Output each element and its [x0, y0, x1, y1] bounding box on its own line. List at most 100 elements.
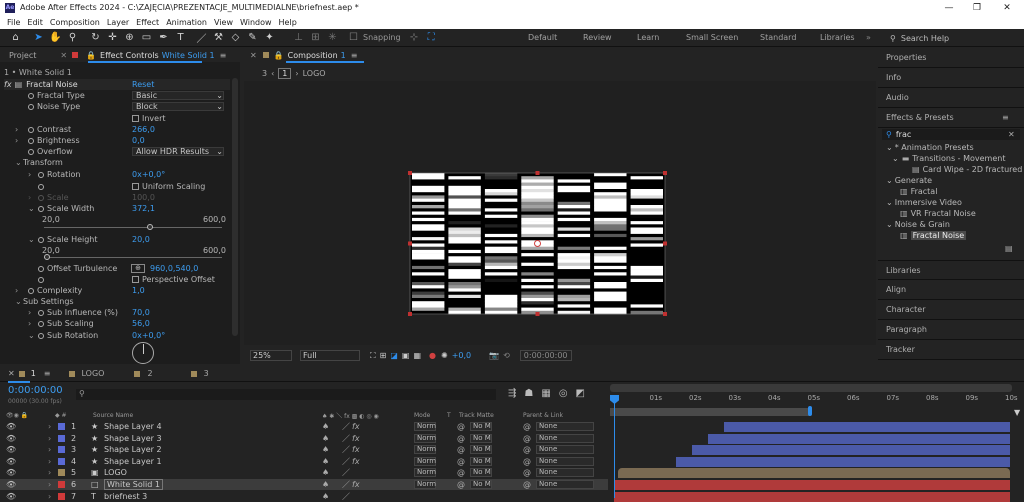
- quality-switch-icon[interactable]: ／: [342, 421, 350, 432]
- zoom-tool-icon[interactable]: ⚲: [65, 31, 80, 45]
- label-color-swatch[interactable]: [58, 423, 65, 430]
- track-matte-select[interactable]: No M: [470, 445, 492, 455]
- rotation-value[interactable]: 0x+0,0°: [132, 170, 165, 179]
- brush-tool-icon[interactable]: ／: [194, 31, 209, 45]
- work-area-range[interactable]: [610, 408, 810, 416]
- zoom-select[interactable]: 25%: [250, 350, 292, 361]
- chevron-right-icon[interactable]: ›: [15, 136, 23, 145]
- pickwhip-icon[interactable]: @: [457, 422, 465, 431]
- panel-menu-icon[interactable]: ≡: [44, 369, 51, 378]
- snapping-checkbox-icon[interactable]: ☐: [346, 31, 361, 45]
- comp-flowchart-icon[interactable]: ⇶: [508, 388, 516, 399]
- uniform-scaling-checkbox[interactable]: [132, 183, 139, 190]
- tree-card-wipe[interactable]: ▤ Card Wipe - 2D fractured: [912, 164, 1022, 175]
- scale-width-slider-track[interactable]: [44, 227, 222, 228]
- time-navigator-end-icon[interactable]: ▼: [1014, 408, 1022, 417]
- stopwatch-icon[interactable]: [38, 276, 44, 283]
- layer-row[interactable]: 👁 › 1 ★ Shape Layer 4 ♠ ／ fx Norm @ No M @ None: [0, 421, 608, 432]
- panel-tracker[interactable]: Tracker: [878, 340, 1024, 360]
- layer-duration-bar[interactable]: [724, 422, 1010, 432]
- workspace-default[interactable]: Default: [528, 33, 557, 42]
- menu-composition[interactable]: Composition: [50, 18, 100, 27]
- shy-switch-icon[interactable]: ♠: [322, 445, 329, 454]
- stopwatch-icon[interactable]: [38, 332, 44, 339]
- track-matte-select[interactable]: No M: [470, 456, 492, 466]
- eye-icon[interactable]: 👁: [6, 457, 16, 466]
- chevron-down-icon[interactable]: ⌄: [15, 158, 23, 167]
- frame-blending-icon[interactable]: ▦: [541, 388, 550, 399]
- orbit-camera-icon[interactable]: ✛: [105, 31, 120, 45]
- eye-icon[interactable]: 👁: [6, 445, 16, 454]
- tab-project[interactable]: Project: [9, 51, 36, 60]
- workspace-review[interactable]: Review: [583, 33, 612, 42]
- fx-icon[interactable]: fx: [352, 480, 360, 489]
- pickwhip-icon[interactable]: @: [457, 457, 465, 466]
- chevron-down-icon[interactable]: ⌄: [28, 235, 36, 244]
- parent-select[interactable]: None: [536, 468, 594, 478]
- menu-file[interactable]: File: [7, 18, 20, 27]
- layer-name[interactable]: Shape Layer 2: [104, 445, 162, 454]
- panel-paragraph[interactable]: Paragraph: [878, 320, 1024, 340]
- layer-row[interactable]: 👁 › 5 ▣ LOGO ♠ ／ Norm @ No M @ None: [0, 467, 608, 478]
- layer-duration-bar[interactable]: [618, 468, 1010, 479]
- close-tab-icon[interactable]: ✕: [250, 51, 257, 60]
- label-color-swatch[interactable]: [58, 457, 65, 465]
- parent-pickwhip-icon[interactable]: @: [523, 480, 531, 489]
- quality-switch-icon[interactable]: ／: [342, 491, 350, 502]
- layer-name[interactable]: LOGO: [104, 468, 127, 477]
- chevron-right-icon[interactable]: ›: [48, 422, 51, 431]
- pan-behind-icon[interactable]: ⊕: [122, 31, 137, 45]
- roto-brush-icon[interactable]: ✎: [245, 31, 260, 45]
- scale-height-slider-track[interactable]: [44, 257, 222, 258]
- fx-icon[interactable]: fx: [4, 80, 12, 89]
- quality-switch-icon[interactable]: ／: [342, 444, 350, 455]
- parent-select[interactable]: None: [536, 422, 594, 431]
- layer-row[interactable]: 👁 › 4 ★ Shape Layer 1 ♠ ／ fx Norm @ No M @ None: [0, 456, 608, 467]
- transform-handle[interactable]: [663, 241, 667, 246]
- transform-handle[interactable]: [663, 312, 667, 316]
- transform-handle[interactable]: [663, 171, 667, 175]
- sub-rotation-value[interactable]: 0x+0,0°: [132, 331, 165, 340]
- color-channels-icon[interactable]: ●: [429, 351, 436, 360]
- transform-handle[interactable]: [408, 312, 412, 316]
- parent-pickwhip-icon[interactable]: @: [523, 434, 531, 443]
- crosshair-icon[interactable]: ⊕: [131, 264, 145, 273]
- shy-switch-icon[interactable]: ♠: [322, 480, 329, 489]
- stopwatch-icon[interactable]: [28, 148, 34, 155]
- menu-effect[interactable]: Effect: [136, 18, 159, 27]
- stopwatch-icon[interactable]: [38, 309, 44, 316]
- chevron-right-icon[interactable]: ›: [28, 319, 36, 328]
- resolution-select[interactable]: Full: [300, 350, 360, 361]
- perspective-offset-checkbox[interactable]: [132, 276, 139, 283]
- blend-mode-select[interactable]: Norm: [414, 433, 436, 443]
- grid-icon[interactable]: ⊞: [380, 351, 387, 360]
- home-icon[interactable]: ⌂: [8, 31, 23, 45]
- work-area-bar[interactable]: [610, 384, 1012, 392]
- clone-stamp-icon[interactable]: ⚒: [211, 31, 226, 45]
- puppet-tool-icon[interactable]: ✦: [262, 31, 277, 45]
- parent-pickwhip-icon[interactable]: @: [523, 422, 531, 431]
- close-tab-icon[interactable]: ✕: [8, 369, 15, 378]
- layer-name[interactable]: Shape Layer 3: [104, 434, 162, 443]
- tree-fractal[interactable]: ▥ Fractal: [900, 186, 937, 197]
- label-color-swatch[interactable]: [58, 446, 65, 454]
- parent-select[interactable]: None: [536, 480, 594, 489]
- perspective-offset-row[interactable]: Perspective Offset: [132, 274, 215, 285]
- layer-duration-bar[interactable]: [676, 456, 1010, 467]
- column-parent[interactable]: Parent & Link: [523, 412, 563, 419]
- transform-handle[interactable]: [408, 241, 412, 246]
- breadcrumb-item-1[interactable]: 1: [278, 68, 292, 79]
- eye-icon[interactable]: 👁: [6, 468, 16, 477]
- tree-transitions-movement[interactable]: ⌄ ▬ Transitions - Movement: [892, 153, 1005, 164]
- parent-pickwhip-icon[interactable]: @: [523, 445, 531, 454]
- timeline-tab-3[interactable]: 3: [204, 369, 209, 378]
- search-help[interactable]: ⚲ Search Help: [890, 32, 1020, 44]
- playhead[interactable]: [614, 396, 615, 498]
- stopwatch-icon[interactable]: [28, 126, 34, 133]
- timeline-tab-2[interactable]: 2: [147, 369, 152, 378]
- timeline-timecode[interactable]: 0:00:00:00: [8, 385, 63, 396]
- quality-switch-icon[interactable]: ／: [342, 479, 350, 490]
- blend-mode-select[interactable]: Norm: [414, 422, 436, 431]
- chevron-right-icon[interactable]: ›: [48, 445, 51, 454]
- exposure-icon[interactable]: ✺: [441, 351, 448, 360]
